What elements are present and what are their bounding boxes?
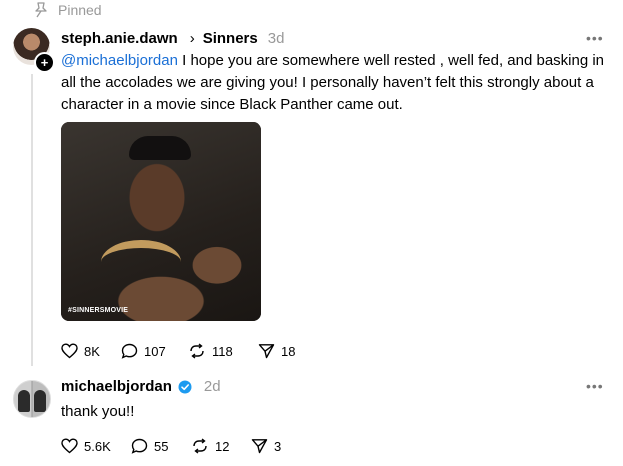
post2-repost-count: 12	[215, 438, 230, 454]
post2-actions: 5.6K 55 12 3	[61, 438, 281, 454]
post1-reply-button[interactable]: 107	[121, 343, 188, 359]
post1-body: @michaelbjordan I hope you are somewhere…	[61, 50, 606, 116]
pinned-label: Pinned	[58, 2, 102, 18]
pin-icon	[35, 2, 47, 18]
post2-share-button[interactable]: 3	[251, 438, 281, 454]
post1-like-count: 8K	[84, 343, 100, 359]
comment-icon	[131, 438, 148, 454]
post1-share-button[interactable]: 18	[258, 343, 295, 359]
post1-media[interactable]: #SINNERSMOVIE	[61, 122, 261, 321]
post2-time[interactable]: 2d	[204, 378, 221, 395]
avatar-figure-right	[34, 390, 46, 412]
post1-repost-button[interactable]: 118	[188, 343, 258, 359]
comment-icon	[121, 343, 138, 359]
avatar-michaelbjordan[interactable]	[13, 380, 51, 418]
heart-icon	[61, 438, 78, 454]
post1-like-button[interactable]: 8K	[61, 343, 121, 359]
follow-plus-icon[interactable]: +	[34, 52, 55, 73]
heart-icon	[61, 343, 78, 359]
media-figure-strap	[101, 240, 181, 284]
post1-share-count: 18	[281, 343, 296, 359]
send-icon	[258, 344, 275, 359]
avatar-figure-left	[18, 390, 30, 412]
post2-text: thank you!!	[61, 403, 135, 420]
post2-more-icon[interactable]: •••	[586, 378, 604, 394]
repost-icon	[193, 438, 207, 454]
post1-time[interactable]: 3d	[268, 30, 285, 47]
post2-reply-count: 55	[154, 438, 169, 454]
post2-like-count: 5.6K	[84, 438, 111, 454]
media-caption: #SINNERSMOVIE	[68, 307, 129, 314]
post1-mention[interactable]: @michaelbjordan	[61, 52, 178, 69]
repost-icon	[190, 343, 204, 359]
pinned-indicator: Pinned	[34, 2, 102, 18]
thread-line	[31, 74, 33, 366]
post1-header: steph.anie.dawn › Sinners 3d	[61, 30, 284, 47]
post1-actions: 8K 107 118 18	[61, 343, 295, 359]
post1-repost-count: 118	[212, 343, 233, 359]
post1-username[interactable]: steph.anie.dawn	[61, 30, 178, 47]
post1-more-icon[interactable]: •••	[586, 30, 604, 46]
send-icon	[251, 439, 268, 454]
media-figure-hair	[129, 136, 191, 160]
post2-reply-button[interactable]: 55	[131, 438, 191, 454]
post2-username[interactable]: michaelbjordan	[61, 378, 172, 395]
post2-repost-button[interactable]: 12	[191, 438, 251, 454]
post1-reply-count: 107	[144, 343, 166, 359]
chevron-right-icon: ›	[189, 30, 195, 47]
post2-share-count: 3	[274, 438, 282, 454]
post1-community[interactable]: Sinners	[203, 30, 258, 47]
post2-like-button[interactable]: 5.6K	[61, 438, 131, 454]
post2-header: michaelbjordan 2d	[61, 378, 221, 395]
verified-badge-icon	[178, 380, 192, 393]
